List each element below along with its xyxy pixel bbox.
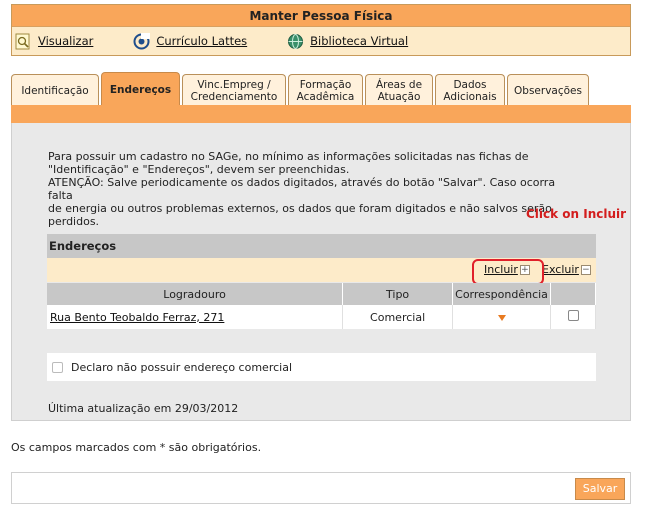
logradouro-cell: Rua Bento Teobaldo Ferraz, 271 bbox=[47, 305, 344, 329]
tab-label: Endereços bbox=[109, 83, 172, 96]
tab-dados-adicionais[interactable]: Dados Adicionais bbox=[435, 74, 505, 106]
biblioteca-virtual-link[interactable]: Biblioteca Virtual bbox=[310, 34, 408, 48]
address-link[interactable]: Rua Bento Teobaldo Ferraz, 271 bbox=[50, 311, 224, 324]
tab-label: Formação Acadêmica bbox=[296, 78, 355, 103]
tab-observacoes[interactable]: Observações bbox=[507, 74, 589, 106]
tab-content-band bbox=[11, 105, 631, 123]
tab-bar: Identificação Endereços Vinc.Empreg / Cre… bbox=[11, 72, 591, 106]
declare-checkbox[interactable] bbox=[52, 361, 63, 373]
column-header: Correspondência bbox=[452, 283, 552, 305]
info-text: Para possuir um cadastro no SAGe, no mín… bbox=[48, 150, 556, 228]
toolbar: Visualizar Currículo Lattes Biblioteca V… bbox=[12, 27, 630, 55]
select-cell bbox=[550, 305, 596, 329]
tab-label: Identificação bbox=[21, 84, 89, 97]
section-title: Endereços bbox=[47, 234, 596, 258]
last-update-text: Última atualização em 29/03/2012 bbox=[48, 402, 239, 415]
tab-areas-atuacao[interactable]: Áreas de Atuação bbox=[365, 74, 433, 106]
row-select-checkbox[interactable] bbox=[567, 310, 579, 321]
declare-no-commercial-row: Declaro não possuir endereço comercial bbox=[47, 353, 596, 381]
excluir-button[interactable]: Excluir − bbox=[542, 263, 591, 276]
tab-label: Vinc.Empreg / Credenciamento bbox=[190, 78, 278, 103]
tab-label: Observações bbox=[514, 84, 582, 97]
header-panel: Manter Pessoa Física Visualizar Currícul… bbox=[11, 4, 631, 56]
required-fields-note: Os campos marcados com * são obrigatório… bbox=[11, 441, 262, 454]
column-header: Logradouro bbox=[47, 283, 344, 305]
visualizar-link[interactable]: Visualizar bbox=[38, 34, 93, 48]
excluir-link[interactable]: Excluir bbox=[542, 263, 579, 276]
magnifier-page-icon bbox=[15, 33, 32, 50]
chevron-down-icon bbox=[497, 314, 506, 321]
highlight-box bbox=[472, 259, 544, 285]
tab-vinc-empreg[interactable]: Vinc.Empreg / Credenciamento bbox=[182, 74, 286, 106]
save-button[interactable]: Salvar bbox=[575, 478, 625, 500]
correspondencia-cell bbox=[452, 305, 552, 329]
tipo-cell: Comercial bbox=[342, 305, 454, 329]
page-title: Manter Pessoa Física bbox=[12, 5, 630, 27]
tab-label: Dados Adicionais bbox=[443, 78, 497, 103]
table-row: Rua Bento Teobaldo Ferraz, 271 Comercial bbox=[47, 305, 596, 329]
enderecos-panel: Para possuir um cadastro no SAGe, no mín… bbox=[11, 123, 631, 421]
annotation-label: Click on Incluir bbox=[526, 207, 627, 221]
biblioteca-virtual-button[interactable]: Biblioteca Virtual bbox=[287, 33, 408, 50]
tab-enderecos[interactable]: Endereços bbox=[101, 72, 180, 106]
lattes-logo-icon bbox=[133, 32, 151, 50]
column-header bbox=[550, 283, 596, 305]
curriculo-lattes-button[interactable]: Currículo Lattes bbox=[133, 32, 247, 50]
minus-icon: − bbox=[580, 264, 591, 275]
declare-label: Declaro não possuir endereço comercial bbox=[71, 360, 293, 374]
tab-identificacao[interactable]: Identificação bbox=[11, 74, 99, 106]
globe-icon bbox=[287, 33, 304, 50]
visualizar-button[interactable]: Visualizar bbox=[15, 33, 93, 50]
tab-formacao-academica[interactable]: Formação Acadêmica bbox=[288, 74, 363, 106]
bottom-action-bar: Salvar bbox=[11, 472, 631, 504]
curriculo-lattes-link[interactable]: Currículo Lattes bbox=[156, 34, 247, 48]
tab-label: Áreas de Atuação bbox=[375, 78, 423, 103]
column-header: Tipo bbox=[342, 283, 454, 305]
addresses-table: Logradouro Tipo Correspondência Rua Bent… bbox=[47, 283, 596, 329]
